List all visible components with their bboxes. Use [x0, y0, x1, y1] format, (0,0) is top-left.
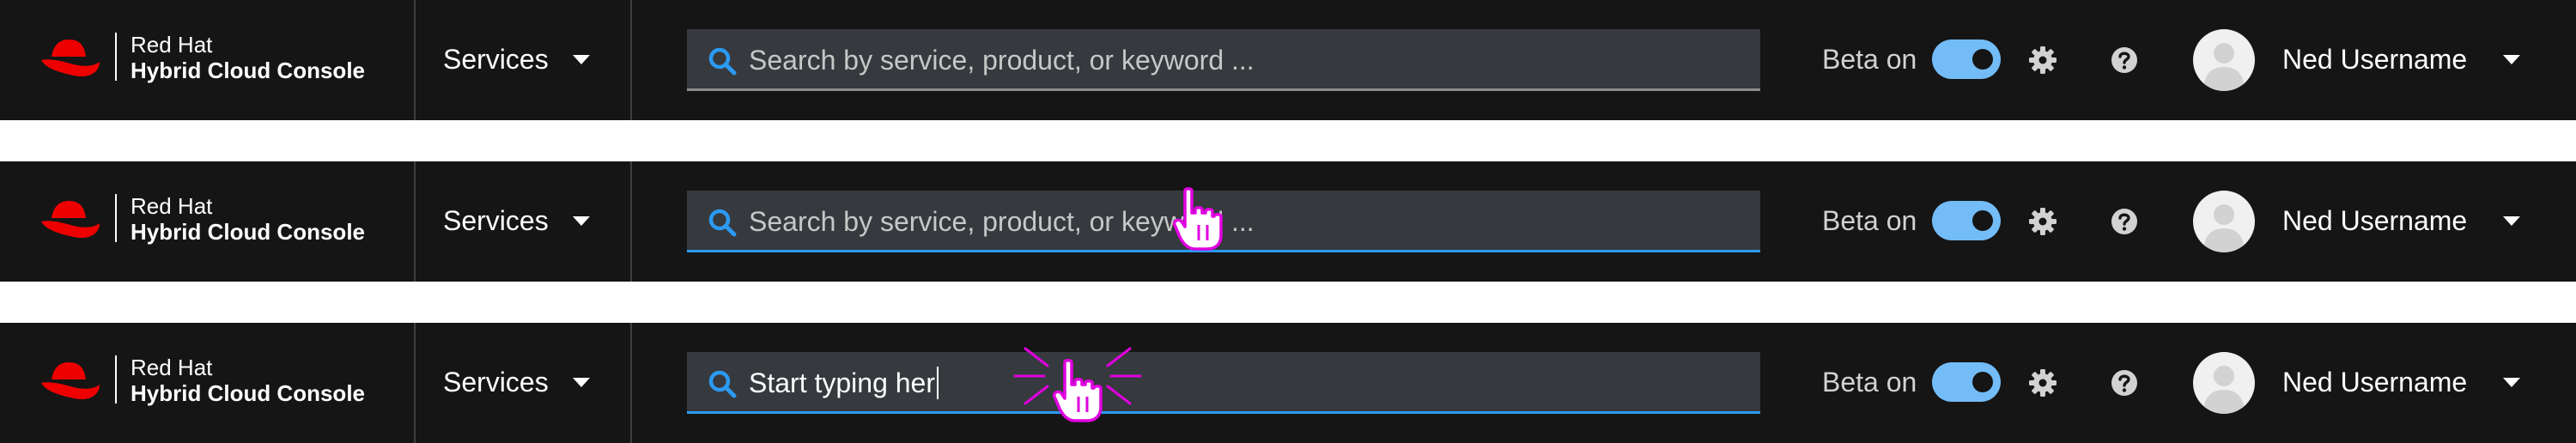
search-input[interactable]: Search by service, product, or keyword .…	[687, 29, 1760, 91]
services-dropdown[interactable]: Services	[416, 161, 632, 282]
user-dropdown-label[interactable]: Ned Username	[2282, 205, 2467, 236]
masthead: Red Hat Hybrid Cloud Console Services Se…	[0, 161, 2576, 282]
hand-pointer-icon	[1173, 187, 1223, 251]
gear-icon[interactable]	[2028, 207, 2057, 236]
red-hat-logo-icon	[41, 201, 100, 239]
hand-pointer-click-icon	[1013, 347, 1142, 422]
brand-divider	[115, 33, 117, 81]
search-value: Start typing her	[749, 366, 939, 400]
chevron-down-icon[interactable]	[2503, 378, 2520, 387]
gear-icon[interactable]	[2028, 368, 2057, 397]
services-label: Services	[443, 44, 549, 75]
brand-line2: Hybrid Cloud Console	[131, 219, 365, 245]
avatar-icon	[2203, 366, 2245, 414]
user-dropdown-label[interactable]: Ned Username	[2282, 367, 2467, 397]
red-hat-logo-icon	[41, 362, 100, 400]
search-icon	[708, 47, 737, 76]
brand-logo-link[interactable]: Red Hat Hybrid Cloud Console	[0, 161, 416, 282]
chevron-down-icon[interactable]	[2503, 216, 2520, 226]
services-label: Services	[443, 367, 549, 397]
toggle-knob	[1972, 372, 1993, 392]
avatar[interactable]	[2193, 29, 2255, 91]
masthead: Red Hat Hybrid Cloud Console Services Se…	[0, 0, 2576, 120]
user-dropdown-label[interactable]: Ned Username	[2282, 44, 2467, 75]
services-dropdown[interactable]: Services	[416, 323, 632, 443]
brand-line1: Red Hat	[131, 355, 213, 380]
beta-toggle[interactable]	[1932, 39, 2001, 79]
beta-toggle[interactable]	[1932, 201, 2001, 240]
help-icon[interactable]	[2110, 207, 2139, 236]
beta-label: Beta on	[1822, 367, 1917, 397]
chevron-down-icon	[573, 55, 590, 64]
chevron-down-icon[interactable]	[2503, 55, 2520, 64]
toggle-knob	[1972, 210, 1993, 231]
red-hat-logo-icon	[41, 39, 100, 77]
gear-icon[interactable]	[2028, 46, 2057, 75]
brand-logo-link[interactable]: Red Hat Hybrid Cloud Console	[0, 0, 416, 120]
avatar[interactable]	[2193, 191, 2255, 252]
services-dropdown[interactable]: Services	[416, 0, 632, 120]
brand-divider	[115, 355, 117, 404]
help-icon[interactable]	[2110, 46, 2139, 75]
beta-label: Beta on	[1822, 44, 1917, 75]
help-icon[interactable]	[2110, 368, 2139, 397]
brand-line1: Red Hat	[131, 193, 213, 219]
avatar[interactable]	[2193, 352, 2255, 414]
brand-divider	[115, 194, 117, 242]
beta-toggle[interactable]	[1932, 362, 2001, 402]
search-icon	[708, 370, 737, 398]
brand-line2: Hybrid Cloud Console	[131, 58, 365, 83]
brand-logo-link[interactable]: Red Hat Hybrid Cloud Console	[0, 323, 416, 443]
masthead: Red Hat Hybrid Cloud Console Services St…	[0, 323, 2576, 443]
search-icon	[708, 209, 737, 237]
avatar-icon	[2203, 43, 2245, 91]
avatar-icon	[2203, 204, 2245, 252]
beta-label: Beta on	[1822, 205, 1917, 236]
toggle-knob	[1972, 49, 1993, 70]
search-placeholder: Search by service, product, or keyword .…	[749, 45, 1255, 76]
chevron-down-icon	[573, 216, 590, 226]
services-label: Services	[443, 205, 549, 236]
search-input[interactable]: Start typing her	[687, 352, 1760, 414]
search-typed-text: Start typing her	[749, 367, 935, 398]
chevron-down-icon	[573, 378, 590, 387]
brand-line1: Red Hat	[131, 32, 213, 58]
brand-line2: Hybrid Cloud Console	[131, 380, 365, 406]
text-cursor	[937, 367, 939, 399]
